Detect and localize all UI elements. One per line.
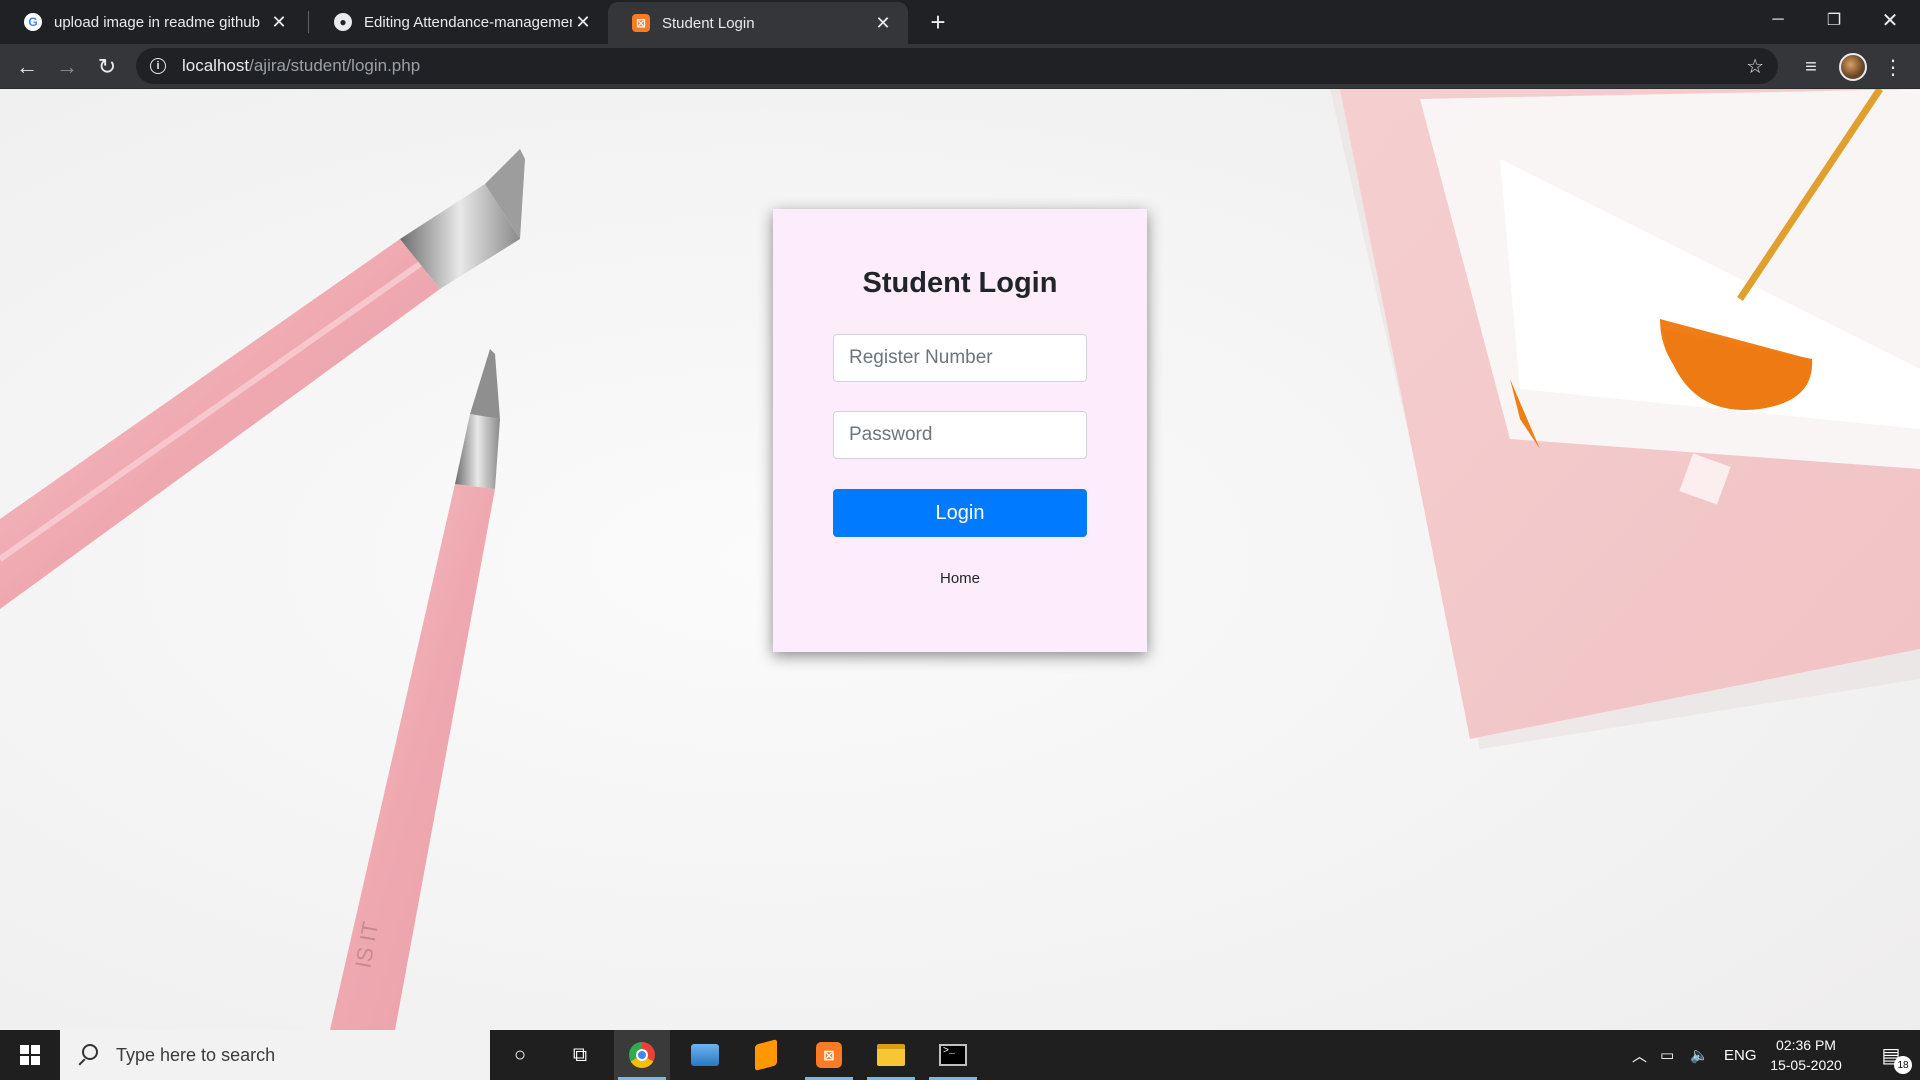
taskbar-network-app[interactable] <box>677 1030 733 1080</box>
clock-date: 15-05-2020 <box>1770 1057 1842 1073</box>
site-info-icon[interactable]: i <box>150 58 166 74</box>
chrome-icon <box>629 1042 655 1068</box>
home-link[interactable]: Home <box>773 570 1147 587</box>
media-control-icon[interactable]: ≡ <box>1794 50 1828 84</box>
taskbar-search-box[interactable]: Type here to search <box>60 1030 490 1080</box>
tray-show-hidden-icon[interactable]: ︿ <box>1632 1030 1647 1080</box>
minimize-button[interactable]: ─ <box>1750 0 1806 40</box>
address-bar[interactable]: i localhost/ajira/student/login.php ☆ <box>136 48 1778 84</box>
action-center-button[interactable]: ▤ 18 <box>1866 1030 1916 1080</box>
taskbar-chrome[interactable] <box>614 1030 670 1080</box>
bookmark-star-icon[interactable]: ☆ <box>1746 54 1764 79</box>
close-tab-icon[interactable]: ✕ <box>872 12 894 34</box>
cortana-button[interactable]: ○ <box>492 1030 548 1080</box>
url-host: localhost <box>182 56 250 75</box>
tab-strip: G upload image in readme github ✕ ● Edit… <box>0 0 1920 44</box>
taskbar-sublime[interactable] <box>738 1030 794 1080</box>
page-title: Student Login <box>862 267 1058 299</box>
reload-button[interactable]: ↻ <box>90 50 124 84</box>
password-input[interactable] <box>833 411 1087 459</box>
network-app-icon <box>691 1044 719 1066</box>
register-number-input[interactable] <box>833 334 1087 382</box>
forward-button[interactable]: → <box>50 50 84 84</box>
tab-title: upload image in readme github <box>54 13 260 31</box>
tab-student-login[interactable]: ⊠ Student Login ✕ <box>608 2 908 44</box>
close-tab-icon[interactable]: ✕ <box>268 11 290 33</box>
sublime-text-icon <box>755 1039 777 1071</box>
start-button[interactable] <box>0 1030 60 1080</box>
close-tab-icon[interactable]: ✕ <box>572 11 594 33</box>
battery-icon[interactable]: ▭ <box>1660 1030 1674 1080</box>
folder-icon <box>877 1044 905 1066</box>
login-card: Student Login Login Home <box>773 209 1147 652</box>
search-icon <box>76 1044 98 1066</box>
tab-upload-image[interactable]: G upload image in readme github ✕ <box>0 0 304 44</box>
notification-badge: 18 <box>1894 1056 1912 1074</box>
language-indicator[interactable]: ENG <box>1724 1030 1757 1080</box>
taskbar-file-explorer[interactable] <box>863 1030 919 1080</box>
restore-button[interactable]: ❐ <box>1806 0 1862 40</box>
back-button[interactable]: ← <box>10 50 44 84</box>
chrome-menu-icon[interactable]: ⋮ <box>1876 50 1910 84</box>
tab-divider <box>308 11 309 33</box>
close-window-button[interactable]: ✕ <box>1862 0 1918 40</box>
xampp-icon: ⊠ <box>816 1042 842 1068</box>
windows-logo-icon <box>20 1045 40 1065</box>
taskbar-command-prompt[interactable]: >_ <box>925 1030 981 1080</box>
task-view-button[interactable]: ⧉ <box>552 1030 608 1080</box>
github-icon: ● <box>334 13 352 31</box>
profile-button[interactable] <box>1836 50 1870 84</box>
xampp-icon: ⊠ <box>632 14 650 32</box>
volume-icon[interactable]: 🔈 <box>1690 1030 1709 1080</box>
page-viewport: IS IT Student Login Login Home <box>0 89 1920 1030</box>
taskbar-xampp[interactable]: ⊠ <box>801 1030 857 1080</box>
url-text: localhost/ajira/student/login.php <box>182 56 420 76</box>
login-button[interactable]: Login <box>833 489 1087 537</box>
system-clock[interactable]: 02:36 PM 15-05-2020 <box>1758 1035 1854 1075</box>
tab-editing-attendance[interactable]: ● Editing Attendance-management ✕ <box>310 0 608 44</box>
windows-taskbar: Type here to search ○ ⧉ ⊠ >_ ︿ ▭ 🔈 ENG 0… <box>0 1030 1920 1080</box>
new-tab-button[interactable]: + <box>922 6 954 38</box>
url-path: /ajira/student/login.php <box>249 56 421 75</box>
avatar <box>1839 53 1867 81</box>
tab-title: Editing Attendance-management <box>364 13 572 31</box>
search-placeholder: Type here to search <box>116 1044 276 1065</box>
terminal-icon: >_ <box>939 1044 967 1066</box>
browser-toolbar: ← → ↻ i localhost/ajira/student/login.ph… <box>0 44 1920 89</box>
tab-title: Student Login <box>662 14 755 32</box>
clock-time: 02:36 PM <box>1776 1037 1836 1053</box>
google-icon: G <box>24 13 42 31</box>
